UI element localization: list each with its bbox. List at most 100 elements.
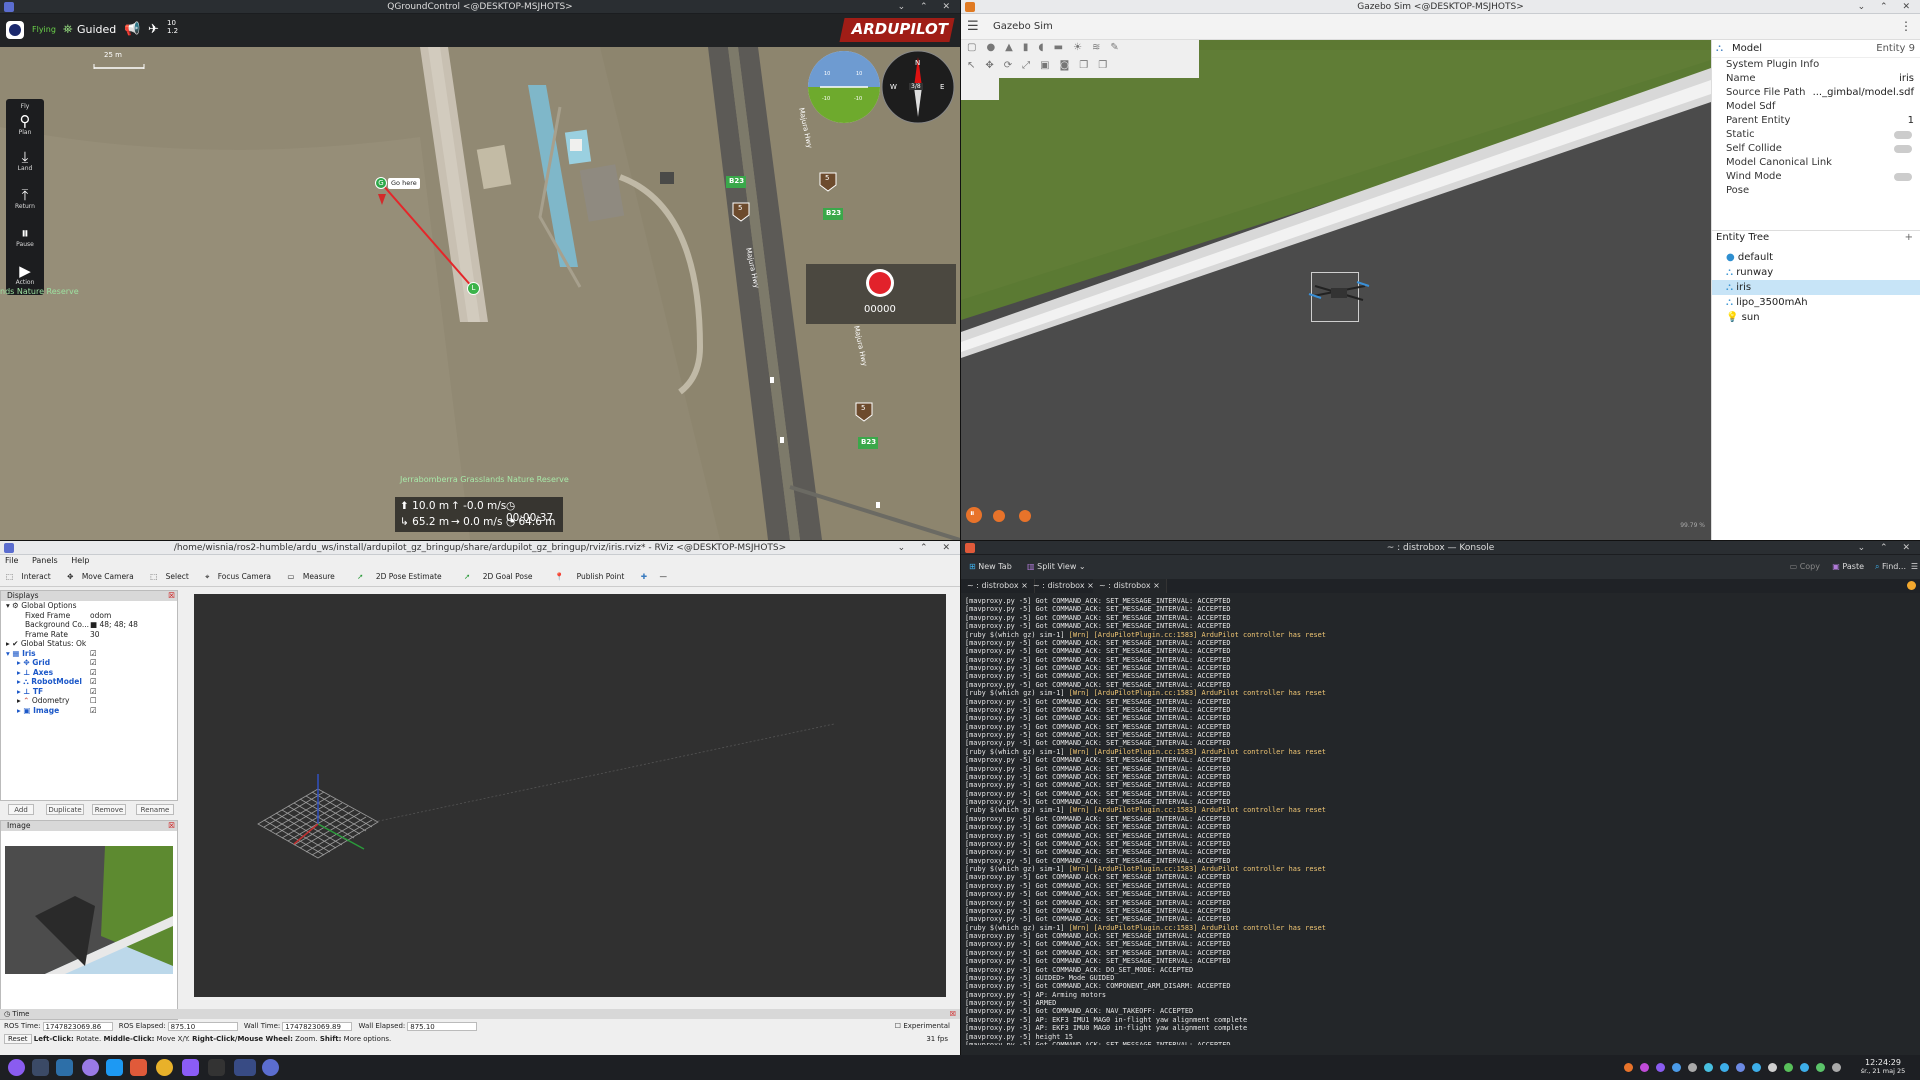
- tray-icon[interactable]: [1688, 1063, 1697, 1072]
- tool-return[interactable]: ⤒ Return: [6, 187, 44, 210]
- tray-icon[interactable]: [1768, 1063, 1777, 1072]
- qgc-logo-icon[interactable]: [6, 21, 24, 39]
- window-controls[interactable]: ⌄ ⌃ ✕: [898, 541, 956, 555]
- vehicle-marker[interactable]: L: [467, 282, 480, 295]
- prop-row[interactable]: Self Collide: [1712, 142, 1920, 156]
- menu-panels[interactable]: Panels: [32, 556, 58, 565]
- konsole-taskbar-icon[interactable]: [182, 1059, 199, 1076]
- close-icon[interactable]: ☒: [168, 821, 175, 831]
- notification-icon[interactable]: [1907, 581, 1916, 590]
- tool-fly[interactable]: Fly: [6, 103, 44, 110]
- tab[interactable]: ~ : distrobox ×: [961, 579, 1035, 593]
- display-row[interactable]: ▾ ⚙ Global Options: [1, 601, 177, 611]
- copy-button[interactable]: ▭ Copy: [1790, 555, 1820, 579]
- tree-item-selected[interactable]: ⛬ iris: [1712, 280, 1920, 295]
- display-row[interactable]: Fixed Frame odom: [1, 611, 177, 621]
- go-here-marker[interactable]: G: [375, 177, 387, 189]
- display-row[interactable]: ▸ ⛬ RobotModel ☑: [1, 677, 177, 687]
- tool-select[interactable]: ⬚ Select: [150, 572, 193, 581]
- reset-button[interactable]: [1019, 510, 1031, 522]
- display-row[interactable]: ▸ ▣ Image ☑: [1, 706, 177, 716]
- tool-plan[interactable]: ⚲ Plan: [6, 113, 44, 136]
- gazebo-taskbar-icon[interactable]: [208, 1059, 225, 1076]
- tree-item[interactable]: 💡 sun: [1712, 310, 1920, 325]
- close-icon[interactable]: ☒: [950, 1009, 956, 1019]
- display-row[interactable]: ▾ ▦ Iris ☑: [1, 649, 177, 659]
- tree-item[interactable]: ● default: [1712, 250, 1920, 265]
- tray-icon[interactable]: [1752, 1063, 1761, 1072]
- hamburger-menu-icon[interactable]: ☰: [1911, 555, 1918, 579]
- browser-icon[interactable]: [156, 1059, 173, 1076]
- tray-icon[interactable]: [1704, 1063, 1713, 1072]
- prop-row[interactable]: System Plugin Info: [1712, 58, 1920, 72]
- display-row[interactable]: ▸ ✥ Grid ☑: [1, 658, 177, 668]
- gps-icon[interactable]: ✈: [148, 22, 159, 37]
- step-button[interactable]: [993, 510, 1005, 522]
- prop-row[interactable]: Pose: [1712, 184, 1920, 198]
- display-row[interactable]: ▸ ⊥ TF ☑: [1, 687, 177, 697]
- tool-focus-camera[interactable]: ⌖ Focus Camera: [205, 572, 275, 581]
- split-view-button[interactable]: ▥ Split View ⌄: [1027, 555, 1086, 579]
- experimental-checkbox[interactable]: ☐ Experimental: [895, 1019, 950, 1033]
- tray-icon[interactable]: [1672, 1063, 1681, 1072]
- display-row[interactable]: ▸ ⊥ Axes ☑: [1, 668, 177, 678]
- tray-icon[interactable]: [1784, 1063, 1793, 1072]
- tray-icon[interactable]: [1640, 1063, 1649, 1072]
- add-tool-icon[interactable]: ✚: [641, 572, 647, 581]
- clock[interactable]: 12:24:29 śr., 21 maj 25: [1856, 1058, 1910, 1076]
- tree-item[interactable]: ⛬ runway: [1712, 265, 1920, 280]
- pager-icon[interactable]: [32, 1059, 49, 1076]
- tool-measure[interactable]: ▭ Measure: [287, 572, 338, 581]
- kebab-menu-icon[interactable]: ⋮: [1900, 19, 1912, 33]
- new-tab-button[interactable]: ⊞ New Tab: [969, 555, 1012, 579]
- tool-interact[interactable]: ⬚ Interact: [6, 572, 55, 581]
- paste-button[interactable]: ▣ Paste: [1832, 555, 1864, 579]
- tab-active[interactable]: ~ : distrobox ×: [1093, 579, 1167, 593]
- discover-icon[interactable]: [106, 1059, 123, 1076]
- close-icon[interactable]: ☒: [168, 591, 175, 601]
- messages-icon[interactable]: 📢: [124, 22, 140, 37]
- display-row[interactable]: Frame Rate 30: [1, 630, 177, 640]
- reset-button[interactable]: Reset: [4, 1034, 32, 1044]
- record-button[interactable]: [866, 269, 894, 297]
- tool-2d-goal-pose[interactable]: ➚ 2D Goal Pose: [458, 572, 536, 581]
- menu-help[interactable]: Help: [71, 556, 89, 565]
- settings-icon[interactable]: [82, 1059, 99, 1076]
- tool-publish-point[interactable]: 📍 Publish Point: [549, 572, 628, 581]
- flight-mode[interactable]: Guided: [77, 23, 116, 36]
- remove-button[interactable]: Remove: [92, 804, 126, 815]
- transform-tools[interactable]: ↖✥⟳⤢▣◙❐❐: [967, 60, 1117, 71]
- tool-action[interactable]: ▶ Action: [6, 263, 44, 286]
- tool-move-camera[interactable]: ✥ Move Camera: [67, 572, 138, 581]
- tray-icon[interactable]: [1624, 1063, 1633, 1072]
- rviz-3d-view[interactable]: [194, 594, 946, 997]
- prop-row[interactable]: Wind Mode: [1712, 170, 1920, 184]
- tool-land[interactable]: ⤓ Land: [6, 149, 44, 172]
- shape-tools[interactable]: ▢●▲▮◖▬☀≋✎: [967, 42, 1129, 53]
- menu-icon[interactable]: ☰: [967, 19, 979, 34]
- add-button[interactable]: Add: [8, 804, 34, 815]
- tab[interactable]: ~ : distrobox ×: [1027, 579, 1101, 593]
- display-row[interactable]: ▸ ✔ Global Status: Ok: [1, 639, 177, 649]
- tray-icon[interactable]: [1800, 1063, 1809, 1072]
- terminal-output[interactable]: [mavproxy.py -5] Got COMMAND_ACK: SET_ME…: [965, 597, 1905, 1045]
- tree-item[interactable]: ⛬ lipo_3500mAh: [1712, 295, 1920, 310]
- add-entity-icon[interactable]: +: [1905, 231, 1913, 245]
- duplicate-button[interactable]: Duplicate: [46, 804, 84, 815]
- window-controls[interactable]: ⌄ ⌃ ✕: [898, 0, 956, 14]
- display-row[interactable]: Background Co... ■ 48; 48; 48: [1, 620, 177, 630]
- menu-file[interactable]: File: [5, 556, 18, 565]
- tray-icon[interactable]: [1720, 1063, 1729, 1072]
- files-icon[interactable]: [130, 1059, 147, 1076]
- pager-icon[interactable]: [56, 1059, 73, 1076]
- tool-pause[interactable]: ⏸ Pause: [6, 225, 44, 248]
- tray-icon[interactable]: [1656, 1063, 1665, 1072]
- remove-tool-icon[interactable]: —: [659, 572, 667, 581]
- app-launcher-icon[interactable]: [8, 1059, 25, 1076]
- gazebo-3d-scene[interactable]: ▢●▲▮◖▬☀≋✎ ↖✥⟳⤢▣◙❐❐ ⏸ 99.79 %: [961, 40, 1711, 540]
- window-controls[interactable]: ⌄ ⌃ ✕: [1858, 541, 1916, 555]
- prop-row[interactable]: Static: [1712, 128, 1920, 142]
- display-row[interactable]: ▸ ⌃ Odometry ☐: [1, 696, 177, 706]
- pause-button[interactable]: ⏸: [966, 507, 982, 523]
- tray-icon[interactable]: [1736, 1063, 1745, 1072]
